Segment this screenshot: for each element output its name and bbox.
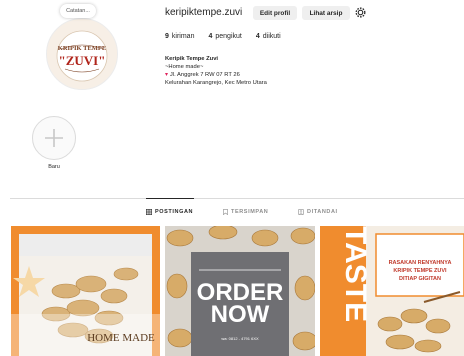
post-image-order-now: ORDER NOW wa: 0812 - 4791 6XX bbox=[165, 226, 315, 356]
highlight-label: Baru bbox=[48, 164, 60, 170]
post-image-home-made: HOME MADE bbox=[11, 226, 160, 356]
view-archive-button[interactable]: Lihat arsip bbox=[302, 6, 350, 20]
bio-address-line: ▾ Jl. Anggrek 7 RW 07 RT 26 bbox=[165, 72, 240, 78]
post-image-taste: TASTE RASAKAN RENYAHNYA KRIPIK TEMPE ZUV… bbox=[320, 226, 464, 356]
logo-line2: "ZUVI" bbox=[59, 53, 106, 68]
tab-saved[interactable]: TERSIMPAN bbox=[223, 209, 268, 215]
location-pin-icon: ▾ bbox=[165, 72, 168, 78]
bookmark-icon bbox=[223, 209, 228, 215]
post2-line2: NOW bbox=[211, 301, 270, 328]
tag-icon bbox=[298, 209, 304, 215]
bio-tagline: ~Home made~ bbox=[165, 64, 204, 70]
post-tile-taste[interactable]: TASTE RASAKAN RENYAHNYA KRIPIK TEMPE ZUV… bbox=[320, 226, 464, 356]
edit-profile-button[interactable]: Edit profil bbox=[253, 6, 297, 20]
gear-icon[interactable] bbox=[354, 6, 367, 19]
post-tile-order-now[interactable]: ORDER NOW wa: 0812 - 4791 6XX bbox=[165, 226, 315, 356]
stat-following[interactable]: 4 diikuti bbox=[256, 33, 281, 40]
profile-avatar[interactable]: KRIPIK TEMPE "ZUVI" bbox=[46, 18, 118, 90]
logo-line1: KRIPIK TEMPE bbox=[58, 45, 106, 52]
stat-posts[interactable]: 9 kiriman bbox=[165, 33, 194, 40]
profile-username: keripiktempe.zuvi bbox=[165, 7, 243, 18]
post1-caption: HOME MADE bbox=[87, 332, 155, 344]
avatar-logo: KRIPIK TEMPE "ZUVI" bbox=[47, 19, 117, 89]
tabs-divider bbox=[10, 198, 464, 199]
new-highlight-button[interactable] bbox=[32, 116, 76, 160]
post3-side-text: TASTE bbox=[339, 226, 372, 322]
profile-stats: 9 kiriman 4 pengikut 4 diikuti bbox=[165, 33, 281, 40]
grid-icon bbox=[146, 209, 152, 215]
active-tab-indicator bbox=[146, 198, 194, 199]
post2-contact: wa: 0812 - 4791 6XX bbox=[221, 336, 259, 341]
bio-area: Kelurahan Karangrejo, Kec Metro Utara bbox=[165, 80, 267, 86]
bio-name: Keripik Tempe Zuvi bbox=[165, 56, 219, 62]
post3-line1: RASAKAN RENYAHNYA bbox=[389, 260, 452, 266]
tab-tagged[interactable]: DITANDAI bbox=[298, 209, 338, 215]
post3-line3: DITIAP GIGITAN bbox=[399, 276, 441, 282]
note-text: Catatan... bbox=[66, 8, 90, 14]
stat-followers[interactable]: 4 pengikut bbox=[208, 33, 241, 40]
note-bubble[interactable]: Catatan... bbox=[60, 4, 96, 18]
tab-posts[interactable]: POSTINGAN bbox=[146, 209, 193, 215]
plus-icon bbox=[45, 129, 63, 147]
post3-line2: KRIPIK TEMPE ZUVI bbox=[393, 268, 447, 274]
profile-bio: Keripik Tempe Zuvi ~Home made~ ▾ Jl. Angg… bbox=[165, 55, 267, 87]
post-tile-home-made[interactable]: HOME MADE bbox=[11, 226, 160, 356]
